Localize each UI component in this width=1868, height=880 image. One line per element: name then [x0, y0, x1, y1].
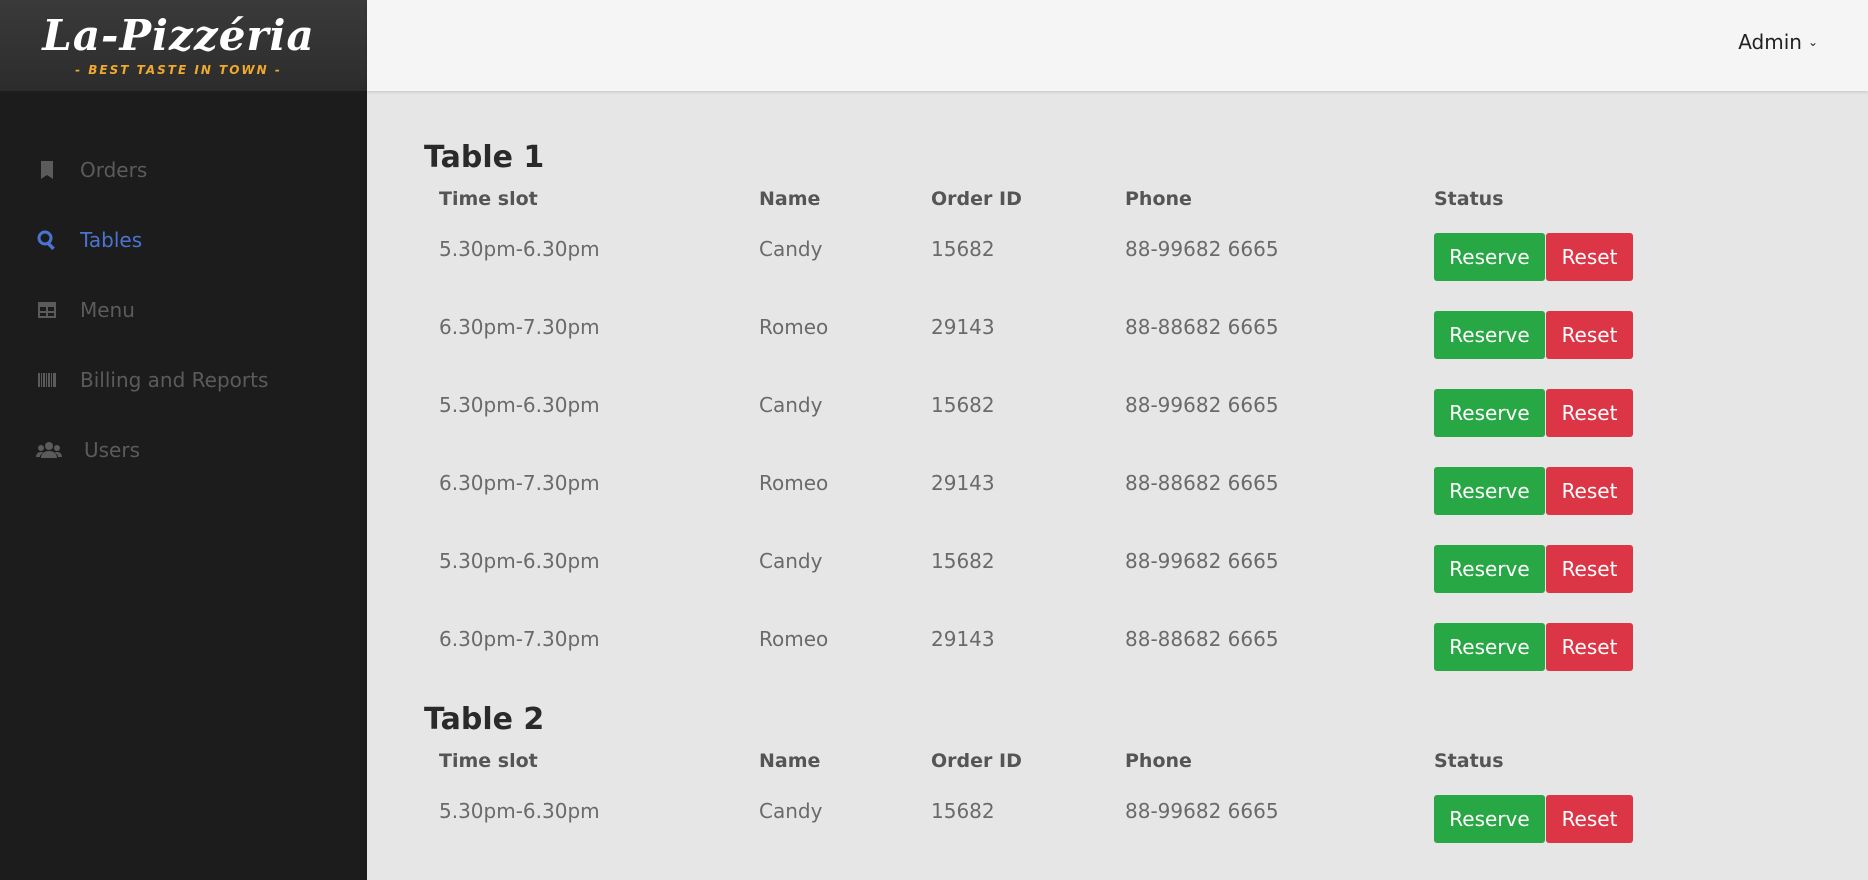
reset-button[interactable]: Reset: [1546, 545, 1633, 593]
time-slot-cell: 5.30pm-6.30pm: [439, 549, 600, 573]
sidebar-item-label: Users: [84, 438, 141, 462]
reset-button[interactable]: Reset: [1546, 233, 1633, 281]
table-row: 5.30pm-6.30pm Candy 15682 88-99682 6665 …: [424, 374, 1734, 452]
brand-tagline: - BEST TASTE IN TOWN -: [75, 62, 282, 77]
phone-cell: 88-88682 6665: [1125, 627, 1279, 651]
phone-cell: 88-88682 6665: [1125, 471, 1279, 495]
table-header-row: Time slot Name Order ID Phone Status: [424, 742, 1734, 780]
bookmark-icon: [36, 159, 58, 181]
column-header: Status: [1434, 188, 1504, 210]
reset-button[interactable]: Reset: [1546, 311, 1633, 359]
table-icon: [36, 299, 58, 321]
reserve-button[interactable]: Reserve: [1434, 623, 1545, 671]
time-slot-cell: 5.30pm-6.30pm: [439, 393, 600, 417]
table-row: 5.30pm-6.30pm Candy 15682 88-99682 6665 …: [424, 780, 1734, 858]
barcode-icon: [36, 369, 58, 391]
order-id-cell: 29143: [931, 315, 995, 339]
sidebar-item-label: Menu: [80, 298, 135, 322]
sidebar-nav: Orders Tables Menu Billing and Reports U…: [0, 135, 367, 485]
main-content: Table 1 Time slot Name Order ID Phone St…: [424, 140, 1824, 858]
status-cell: Reserve Reset: [1419, 218, 1734, 296]
status-cell: Reserve Reset: [1419, 780, 1734, 858]
phone-cell: 88-99682 6665: [1125, 393, 1279, 417]
reset-button[interactable]: Reset: [1546, 795, 1633, 843]
reserve-button[interactable]: Reserve: [1434, 389, 1545, 437]
brand-title: La-Pizzéria: [42, 10, 315, 60]
order-id-cell: 15682: [931, 549, 995, 573]
reservation-table: Time slot Name Order ID Phone Status 5.3…: [424, 742, 1734, 858]
column-header: Phone: [1125, 750, 1192, 772]
table-row: 5.30pm-6.30pm Candy 15682 88-99682 6665 …: [424, 530, 1734, 608]
sidebar-item-label: Tables: [80, 228, 143, 252]
column-header: Name: [759, 750, 821, 772]
search-icon: [36, 229, 58, 251]
order-id-cell: 15682: [931, 393, 995, 417]
time-slot-cell: 5.30pm-6.30pm: [439, 799, 600, 823]
table-header-row: Time slot Name Order ID Phone Status: [424, 180, 1734, 218]
name-cell: Candy: [759, 237, 823, 261]
name-cell: Romeo: [759, 315, 829, 339]
order-id-cell: 29143: [931, 627, 995, 651]
time-slot-cell: 6.30pm-7.30pm: [439, 627, 600, 651]
time-slot-cell: 6.30pm-7.30pm: [439, 471, 600, 495]
sidebar-item-tables[interactable]: Tables: [0, 205, 367, 275]
reset-button[interactable]: Reset: [1546, 467, 1633, 515]
name-cell: Candy: [759, 549, 823, 573]
status-cell: Reserve Reset: [1419, 530, 1734, 608]
status-cell: Reserve Reset: [1419, 608, 1734, 686]
sidebar-item-label: Orders: [80, 158, 148, 182]
reserve-button[interactable]: Reserve: [1434, 545, 1545, 593]
phone-cell: 88-99682 6665: [1125, 237, 1279, 261]
name-cell: Romeo: [759, 627, 829, 651]
column-header: Order ID: [931, 750, 1022, 772]
reserve-button[interactable]: Reserve: [1434, 795, 1545, 843]
reservation-table: Time slot Name Order ID Phone Status 5.3…: [424, 180, 1734, 686]
order-id-cell: 15682: [931, 237, 995, 261]
chevron-down-icon: ⌄: [1807, 35, 1818, 49]
reset-button[interactable]: Reset: [1546, 623, 1633, 671]
name-cell: Candy: [759, 799, 823, 823]
order-id-cell: 29143: [931, 471, 995, 495]
table-row: 6.30pm-7.30pm Romeo 29143 88-88682 6665 …: [424, 296, 1734, 374]
table-row: 5.30pm-6.30pm Candy 15682 88-99682 6665 …: [424, 218, 1734, 296]
reserve-button[interactable]: Reserve: [1434, 233, 1545, 281]
brand-logo[interactable]: La-Pizzéria - BEST TASTE IN TOWN -: [0, 0, 367, 91]
phone-cell: 88-88682 6665: [1125, 315, 1279, 339]
user-menu[interactable]: Admin ⌄: [1738, 30, 1818, 54]
column-header: Name: [759, 188, 821, 210]
table-title: Table 2: [424, 702, 545, 737]
column-header: Time slot: [439, 188, 538, 210]
table-row: 6.30pm-7.30pm Romeo 29143 88-88682 6665 …: [424, 452, 1734, 530]
time-slot-cell: 6.30pm-7.30pm: [439, 315, 600, 339]
column-header: Phone: [1125, 188, 1192, 210]
user-menu-label: Admin: [1738, 30, 1802, 54]
name-cell: Romeo: [759, 471, 829, 495]
sidebar-item-label: Billing and Reports: [80, 368, 269, 392]
table-row: 6.30pm-7.30pm Romeo 29143 88-88682 6665 …: [424, 608, 1734, 686]
status-cell: Reserve Reset: [1419, 452, 1734, 530]
status-cell: Reserve Reset: [1419, 374, 1734, 452]
table-title: Table 1: [424, 140, 545, 175]
time-slot-cell: 5.30pm-6.30pm: [439, 237, 600, 261]
sidebar: La-Pizzéria - BEST TASTE IN TOWN - Order…: [0, 0, 367, 880]
column-header: Time slot: [439, 750, 538, 772]
reserve-button[interactable]: Reserve: [1434, 311, 1545, 359]
column-header: Status: [1434, 750, 1504, 772]
sidebar-item-menu[interactable]: Menu: [0, 275, 367, 345]
reserve-button[interactable]: Reserve: [1434, 467, 1545, 515]
top-bar: Admin ⌄: [367, 0, 1868, 91]
name-cell: Candy: [759, 393, 823, 417]
sidebar-item-orders[interactable]: Orders: [0, 135, 367, 205]
users-icon: [36, 439, 62, 461]
reset-button[interactable]: Reset: [1546, 389, 1633, 437]
phone-cell: 88-99682 6665: [1125, 799, 1279, 823]
sidebar-item-users[interactable]: Users: [0, 415, 367, 485]
phone-cell: 88-99682 6665: [1125, 549, 1279, 573]
column-header: Order ID: [931, 188, 1022, 210]
order-id-cell: 15682: [931, 799, 995, 823]
sidebar-item-billing[interactable]: Billing and Reports: [0, 345, 367, 415]
status-cell: Reserve Reset: [1419, 296, 1734, 374]
